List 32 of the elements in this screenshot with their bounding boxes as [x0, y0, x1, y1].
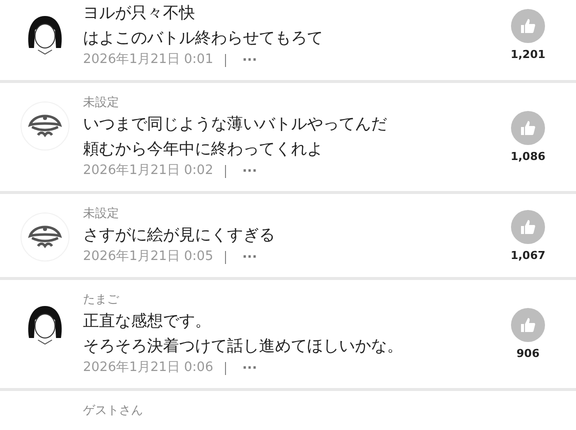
comment-text: ヨルが只々不快	[83, 2, 196, 24]
comment-text: いつまで同じような薄いバトルやってんだ	[83, 113, 388, 135]
user-name: たまご	[83, 291, 120, 308]
user-name: 未設定	[83, 94, 120, 111]
like-button[interactable]	[511, 308, 545, 342]
more-button[interactable]: ···	[242, 360, 258, 376]
more-button[interactable]: ···	[242, 52, 258, 68]
comment-text: さすがに絵が見にくすぎる	[83, 224, 276, 246]
like-count: 906	[516, 347, 540, 360]
comment-text: そろそろ決着つけて話し進めてほしいかな。	[83, 335, 404, 357]
comment-text: 頼むから今年中に終わってくれよ	[83, 138, 324, 160]
user-name: 未設定	[83, 205, 120, 222]
like-button[interactable]	[511, 111, 545, 145]
comment-date: 2026年1月21日 0:06	[83, 359, 214, 377]
comment-date: 2026年1月21日 0:02	[83, 162, 214, 180]
comment-text: はよこのバトル終わらせてもろて	[83, 27, 324, 49]
like-button[interactable]	[511, 210, 545, 244]
pirate-hat-avatar-icon	[20, 212, 70, 262]
like-count: 1,067	[510, 248, 546, 262]
thumbs-up-icon	[518, 315, 538, 335]
more-button[interactable]: ···	[242, 164, 258, 178]
thumbs-up-icon	[518, 118, 538, 138]
more-button[interactable]: ···	[242, 250, 258, 264]
like-button[interactable]	[511, 9, 545, 43]
comment-text: 正直な感想です。	[83, 310, 212, 332]
thumbs-up-icon	[518, 16, 538, 36]
pirate-hat-avatar-icon	[20, 101, 70, 151]
comment-date: 2026年1月21日 0:01	[83, 51, 214, 69]
like-count: 1,201	[510, 48, 546, 61]
like-count: 1,086	[510, 150, 546, 163]
comment-date: 2026年1月21日 0:05	[83, 248, 214, 266]
user-name: ゲストさん	[83, 402, 144, 419]
